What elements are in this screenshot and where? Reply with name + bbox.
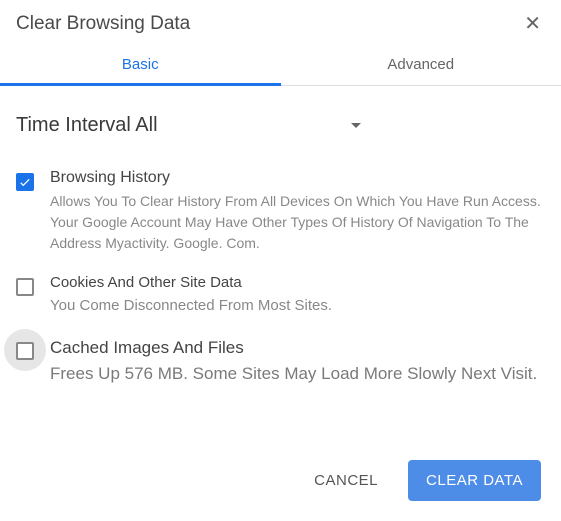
option-desc: Frees Up 576 MB. Some Sites May Load Mor…: [50, 362, 545, 386]
dialog-header: Clear Browsing Data ✕: [0, 0, 561, 44]
clear-data-button[interactable]: CLEAR DATA: [408, 460, 541, 501]
option-cached: Cached Images And Files Frees Up 576 MB.…: [16, 338, 545, 386]
tabs: Basic Advanced: [0, 44, 561, 86]
option-title: Browsing History: [50, 169, 545, 187]
tab-basic-label: Basic: [122, 56, 159, 73]
option-title: Cookies And Other Site Data: [50, 274, 545, 291]
close-icon[interactable]: ✕: [520, 10, 545, 38]
option-text: Browsing History Allows You To Clear His…: [50, 169, 545, 254]
checkbox-cached[interactable]: [16, 342, 34, 360]
option-cookies: Cookies And Other Site Data You Come Dis…: [16, 274, 545, 318]
tab-advanced[interactable]: Advanced: [281, 44, 561, 85]
dialog-title: Clear Browsing Data: [16, 13, 190, 35]
chevron-down-icon: [351, 123, 361, 128]
checkbox-browsing-history[interactable]: [16, 173, 34, 191]
cancel-button[interactable]: CANCEL: [304, 464, 388, 497]
dialog-content: Time Interval All Browsing History Allow…: [0, 86, 561, 444]
option-text: Cookies And Other Site Data You Come Dis…: [50, 274, 545, 318]
clear-data-dialog: Clear Browsing Data ✕ Basic Advanced Tim…: [0, 0, 561, 521]
check-icon: [18, 175, 32, 189]
option-desc: You Come Disconnected From Most Sites.: [50, 295, 545, 318]
option-desc: Allows You To Clear History From All Dev…: [50, 191, 545, 254]
dropdown-label: Time Interval All: [16, 114, 158, 137]
tab-basic[interactable]: Basic: [0, 44, 281, 85]
option-browsing-history: Browsing History Allows You To Clear His…: [16, 169, 545, 254]
option-text: Cached Images And Files Frees Up 576 MB.…: [50, 338, 545, 386]
tab-advanced-label: Advanced: [387, 56, 454, 73]
checkbox-cookies[interactable]: [16, 278, 34, 296]
option-title: Cached Images And Files: [50, 338, 545, 358]
time-interval-dropdown[interactable]: Time Interval All: [16, 106, 361, 145]
dialog-footer: CANCEL CLEAR DATA: [0, 444, 561, 521]
